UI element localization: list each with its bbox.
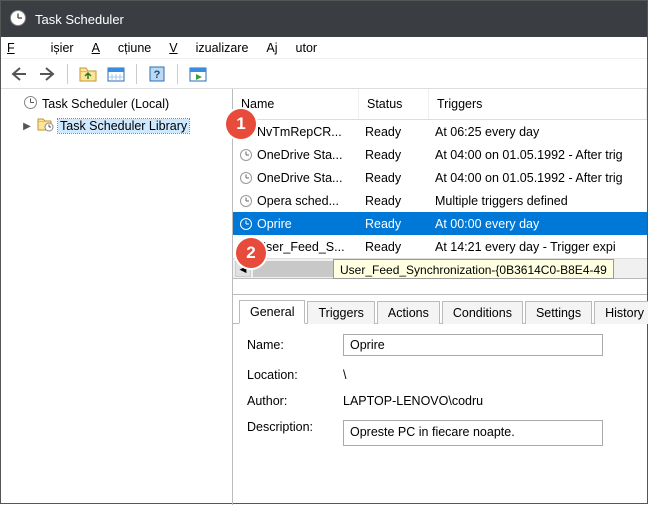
label-location: Location: <box>247 368 343 382</box>
task-status: Ready <box>359 194 429 208</box>
menubar: Fișier Acțiune Vizualizare Ajutor <box>1 37 647 59</box>
tab-settings[interactable]: Settings <box>525 301 592 324</box>
tab-actions[interactable]: Actions <box>377 301 440 324</box>
toolbar-separator <box>136 64 137 84</box>
app-clock-icon <box>9 9 27 30</box>
tab-general[interactable]: General <box>239 300 305 324</box>
tree-library-label: Task Scheduler Library <box>58 119 189 133</box>
task-row[interactable]: OneDrive Sta... Ready At 04:00 on 01.05.… <box>233 143 647 166</box>
task-name: NvTmRepCR... <box>257 125 342 139</box>
menu-action[interactable]: Acțiune <box>92 41 152 55</box>
task-status: Ready <box>359 217 429 231</box>
window-title: Task Scheduler <box>35 12 124 27</box>
task-trigger: At 04:00 on 01.05.1992 - After trig <box>429 171 647 185</box>
task-list-header: Name Status Triggers <box>233 89 647 120</box>
author-value: LAPTOP-LENOVO\codru <box>343 394 633 408</box>
content-area: Name Status Triggers NvTmRepCR... Ready … <box>233 89 647 505</box>
task-name: Opera sched... <box>257 194 339 208</box>
task-row[interactable]: NvTmRepCR... Ready At 06:25 every day <box>233 120 647 143</box>
label-name: Name: <box>247 338 343 352</box>
menu-view[interactable]: Vizualizare <box>169 41 248 55</box>
annotation-badge-2: 2 <box>236 238 266 268</box>
column-status[interactable]: Status <box>359 89 429 119</box>
toolbar-help-button[interactable]: ? <box>145 62 169 86</box>
scroll-thumb[interactable] <box>253 261 333 277</box>
menu-help[interactable]: Ajutor <box>266 41 317 55</box>
tooltip: User_Feed_Synchronization-{0B3614C0-B8E4… <box>333 259 614 279</box>
nav-forward-button[interactable] <box>35 62 59 86</box>
task-name: OneDrive Sta... <box>257 148 342 162</box>
clock-icon <box>239 148 253 162</box>
nav-back-button[interactable] <box>7 62 31 86</box>
toolbar-separator <box>67 64 68 84</box>
task-name: OneDrive Sta... <box>257 171 342 185</box>
label-description: Description: <box>247 420 343 434</box>
column-triggers[interactable]: Triggers <box>429 89 647 119</box>
main-area: Task Scheduler (Local) ▶ Task Scheduler … <box>1 89 647 505</box>
clock-icon <box>23 95 38 113</box>
toolbar-folder-up-button[interactable] <box>76 62 100 86</box>
tab-body: Name: Location: \ Author: LAPTOP-LENOVO\… <box>233 323 647 505</box>
toolbar-separator <box>177 64 178 84</box>
nav-tree: Task Scheduler (Local) ▶ Task Scheduler … <box>1 89 233 505</box>
clock-icon <box>239 194 253 208</box>
location-value: \ <box>343 368 633 382</box>
task-trigger: At 06:25 every day <box>429 125 647 139</box>
task-row[interactable]: Oprire Ready At 00:00 every day <box>233 212 647 235</box>
detail-tabs: General Triggers Actions Conditions Sett… <box>233 295 647 323</box>
annotation-badge-1: 1 <box>226 109 256 139</box>
task-status: Ready <box>359 148 429 162</box>
splitter[interactable] <box>233 278 647 294</box>
horizontal-scrollbar[interactable]: ◀ User_Feed_Synchronization-{0B3614C0-B8… <box>233 258 647 278</box>
name-field[interactable] <box>343 334 603 356</box>
task-row[interactable]: Opera sched... Ready Multiple triggers d… <box>233 189 647 212</box>
svg-text:?: ? <box>154 69 161 81</box>
toolbar: ? <box>1 59 647 89</box>
task-trigger: At 00:00 every day <box>429 217 647 231</box>
toolbar-calendar-button[interactable] <box>104 62 128 86</box>
task-trigger: Multiple triggers defined <box>429 194 647 208</box>
toolbar-run-calendar-button[interactable] <box>186 62 210 86</box>
clock-icon <box>239 217 253 231</box>
task-trigger: At 14:21 every day - Trigger expi <box>429 240 647 254</box>
titlebar: Task Scheduler <box>1 1 647 37</box>
task-status: Ready <box>359 125 429 139</box>
label-author: Author: <box>247 394 343 408</box>
folder-clock-icon <box>37 117 54 135</box>
task-name: Oprire <box>257 217 292 231</box>
tab-triggers[interactable]: Triggers <box>307 301 374 324</box>
tab-history[interactable]: History <box>594 301 648 324</box>
task-row[interactable]: User_Feed_S... Ready At 14:21 every day … <box>233 235 647 258</box>
menu-file[interactable]: Fișier <box>7 41 74 55</box>
task-status: Ready <box>359 240 429 254</box>
tree-root[interactable]: Task Scheduler (Local) <box>3 93 230 115</box>
task-status: Ready <box>359 171 429 185</box>
detail-pane: General Triggers Actions Conditions Sett… <box>233 294 647 505</box>
clock-icon <box>239 171 253 185</box>
task-trigger: At 04:00 on 01.05.1992 - After trig <box>429 148 647 162</box>
task-row[interactable]: OneDrive Sta... Ready At 04:00 on 01.05.… <box>233 166 647 189</box>
task-name: User_Feed_S... <box>257 240 345 254</box>
tab-conditions[interactable]: Conditions <box>442 301 523 324</box>
chevron-right-icon[interactable]: ▶ <box>21 121 33 132</box>
tree-library[interactable]: ▶ Task Scheduler Library <box>3 115 230 137</box>
description-field[interactable] <box>343 420 603 446</box>
task-list: NvTmRepCR... Ready At 06:25 every day On… <box>233 120 647 258</box>
tree-root-label: Task Scheduler (Local) <box>42 97 169 111</box>
